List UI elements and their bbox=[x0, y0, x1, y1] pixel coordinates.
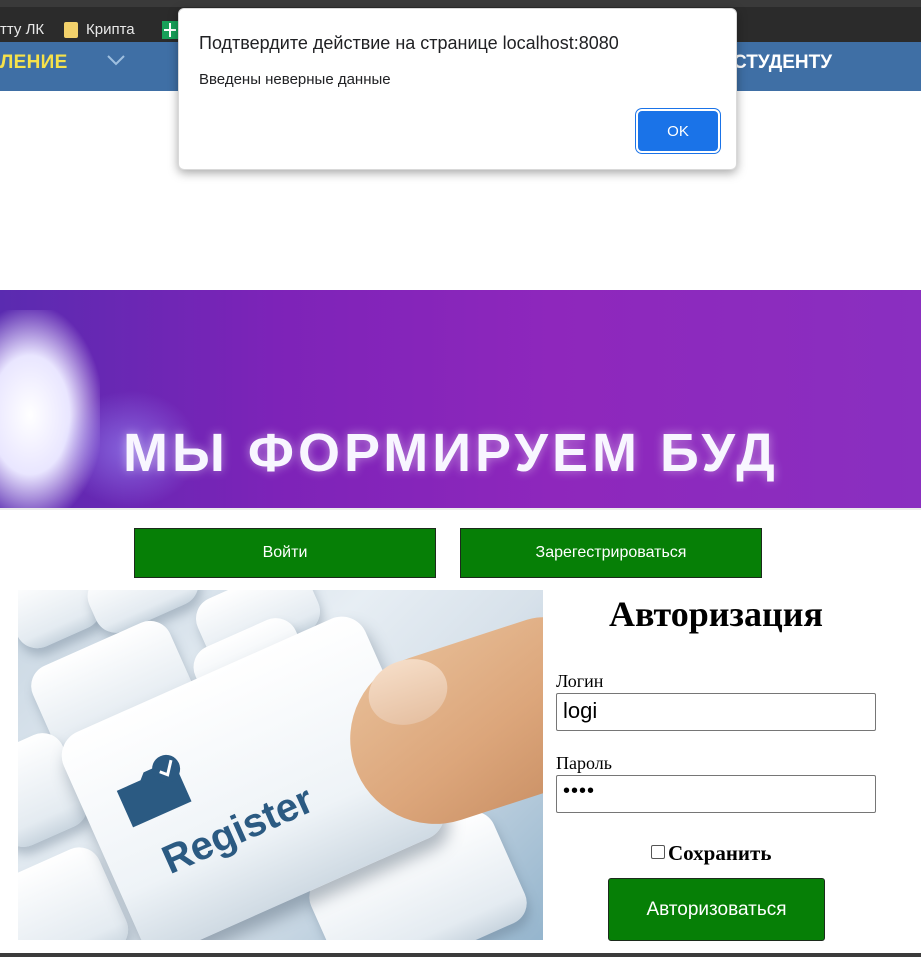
login-input[interactable]: logi bbox=[556, 693, 876, 731]
nav-item-left[interactable]: ЛЕНИЕ bbox=[0, 52, 68, 74]
divider bbox=[0, 508, 921, 510]
sheets-icon bbox=[162, 21, 178, 39]
bookmark-folder-kripta[interactable]: Крипта bbox=[64, 21, 135, 38]
login-label: Логин bbox=[556, 671, 604, 691]
password-input[interactable]: •••• bbox=[556, 775, 876, 813]
auth-title: Авторизация bbox=[609, 594, 823, 634]
confirm-dialog: Подтвердите действие на странице localho… bbox=[178, 8, 737, 170]
banner-slogan: МЫ ФОРМИРУЕМ БУД bbox=[123, 423, 779, 483]
login-tab-button[interactable]: Войти bbox=[134, 528, 436, 578]
dialog-message: Введены неверные данные bbox=[199, 71, 391, 88]
password-label: Пароль bbox=[556, 753, 612, 773]
authorize-button[interactable]: Авторизоваться bbox=[608, 878, 825, 941]
dialog-title: Подтвердите действие на странице localho… bbox=[199, 33, 619, 53]
bookmark-item[interactable]: тту ЛК bbox=[0, 21, 44, 38]
taskbar-edge bbox=[0, 953, 921, 957]
save-checkbox[interactable] bbox=[651, 844, 665, 859]
chevron-down-icon[interactable] bbox=[107, 54, 125, 66]
dialog-ok-button[interactable]: OK bbox=[638, 111, 718, 151]
bookmark-sheets[interactable] bbox=[162, 21, 178, 39]
bookmark-label: Крипта bbox=[86, 21, 135, 38]
folder-icon bbox=[64, 21, 78, 38]
save-checkbox-row[interactable]: Сохранить bbox=[651, 841, 771, 866]
save-label: Сохранить bbox=[668, 841, 772, 865]
nav-item-student[interactable]: СТУДЕНТУ bbox=[733, 52, 832, 74]
register-keyboard-image: Register bbox=[18, 590, 543, 940]
bookmark-label: тту ЛК bbox=[0, 21, 45, 38]
register-tab-button[interactable]: Зарегестрироваться bbox=[460, 528, 762, 578]
hero-banner: МЫ ФОРМИРУЕМ БУД bbox=[0, 290, 921, 508]
